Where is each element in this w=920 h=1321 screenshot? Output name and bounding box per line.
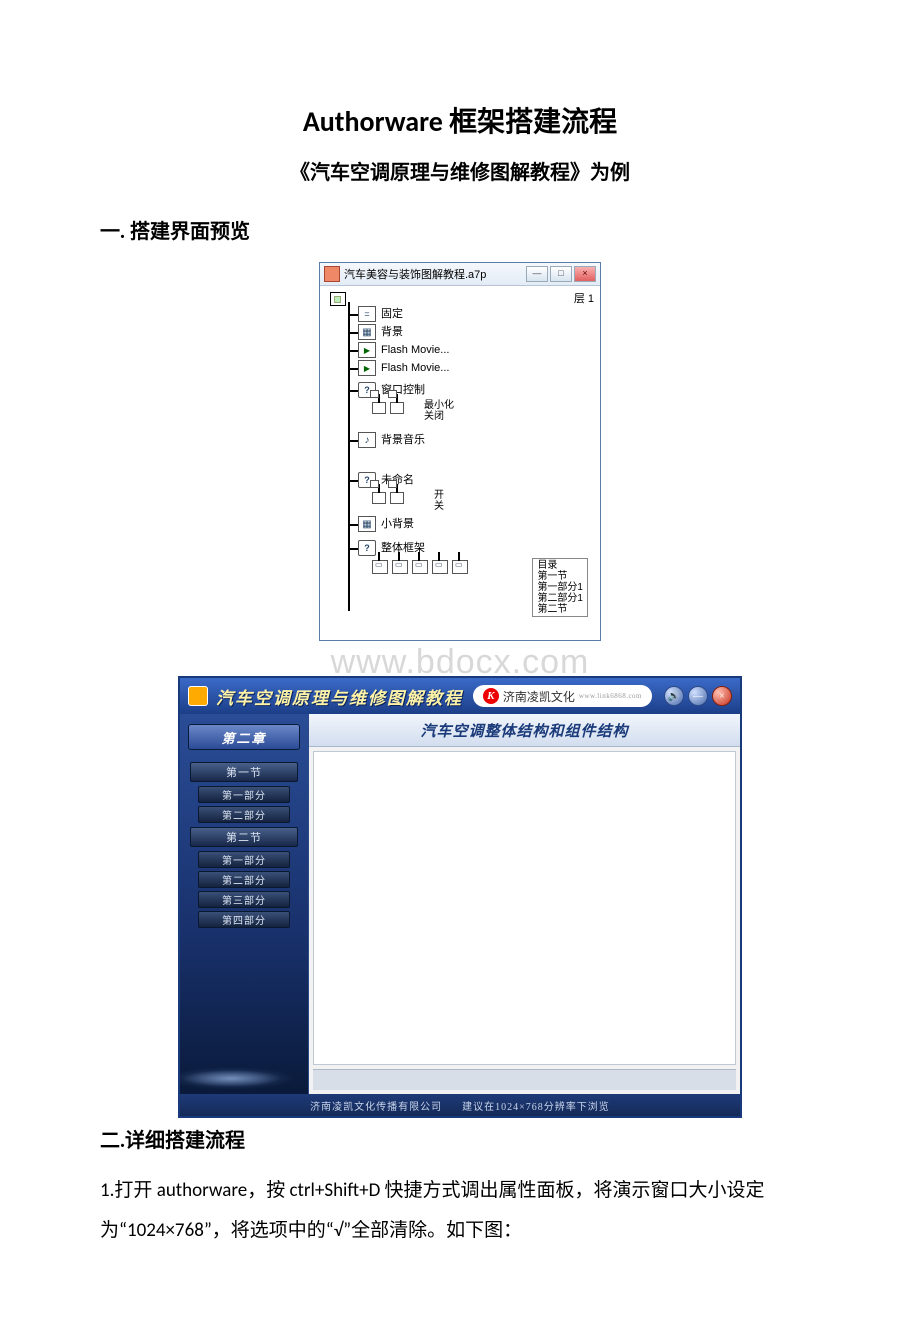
interaction-responses bbox=[372, 492, 404, 504]
sidebar-btn-part-1[interactable]: 第一部分 bbox=[198, 851, 290, 868]
content-canvas bbox=[313, 751, 736, 1065]
map-icon[interactable] bbox=[432, 560, 448, 574]
interaction-icon bbox=[358, 540, 376, 556]
calc-icon bbox=[358, 306, 376, 322]
node-label: Flash Movie... bbox=[381, 342, 449, 358]
brand-en: www.link6868.com bbox=[579, 692, 642, 700]
status-bar bbox=[313, 1069, 736, 1090]
map-icon[interactable] bbox=[412, 560, 428, 574]
display-icon bbox=[358, 516, 376, 532]
chapter-tab[interactable]: 第二章 bbox=[188, 724, 300, 750]
sidebar-btn-part-3[interactable]: 第三部分 bbox=[198, 891, 290, 908]
window-max-button[interactable]: □ bbox=[550, 266, 572, 282]
brand-cn: 济南凌凯文化 bbox=[503, 688, 575, 705]
app-title: 汽车空调原理与维修图解教程 bbox=[216, 684, 473, 709]
display-icon bbox=[358, 324, 376, 340]
sidebar-btn-part-1[interactable]: 第一部分 bbox=[198, 786, 290, 803]
map-icon[interactable] bbox=[392, 560, 408, 574]
response-icon[interactable] bbox=[372, 492, 386, 504]
footer-company: 济南凌凯文化传播有限公司 bbox=[310, 1098, 442, 1113]
interaction-responses bbox=[372, 402, 404, 414]
movie-icon bbox=[358, 360, 376, 376]
node-label: 小背景 bbox=[381, 516, 414, 532]
runtime-app-window: 汽车空调原理与维修图解教程 K 济南凌凯文化 www.link6868.com … bbox=[178, 676, 742, 1118]
movie-icon bbox=[358, 342, 376, 358]
flow-node-display[interactable]: 背景 bbox=[358, 324, 592, 342]
minimize-button[interactable]: — bbox=[688, 686, 708, 706]
brand-logo-icon: K bbox=[483, 688, 499, 704]
window-close-button[interactable]: × bbox=[574, 266, 596, 282]
section-1-heading: 一. 搭建界面预览 bbox=[100, 215, 820, 244]
sidebar-btn-part-2[interactable]: 第二部分 bbox=[198, 806, 290, 823]
map-icon[interactable] bbox=[452, 560, 468, 574]
app-icon bbox=[188, 686, 208, 706]
section-2-heading: 二.详细搭建流程 bbox=[100, 1124, 820, 1153]
interaction-responses bbox=[372, 560, 468, 574]
sound-button[interactable]: 🔊 bbox=[664, 686, 684, 706]
decorative-ripple bbox=[180, 1042, 308, 1094]
response-icon[interactable] bbox=[372, 402, 386, 414]
flow-node-interaction[interactable]: 整体框架 bbox=[358, 540, 592, 558]
window-title: 汽车美容与装饰图解教程.a7p bbox=[344, 266, 524, 282]
doc-subtitle: 《汽车空调原理与维修图解教程》为例 bbox=[100, 156, 820, 185]
node-label: 背景音乐 bbox=[381, 432, 425, 448]
node-label: Flash Movie... bbox=[381, 360, 449, 376]
sidebar: 第二章 第一节 第一部分 第二部分 第二节 第一部分 第二部分 第三部分 第四部… bbox=[180, 714, 308, 1094]
sidebar-btn-section-2[interactable]: 第二节 bbox=[190, 827, 298, 847]
flow-node-sound[interactable]: 背景音乐 bbox=[358, 432, 592, 450]
map-icon[interactable] bbox=[372, 560, 388, 574]
authorware-window: 汽车美容与装饰图解教程.a7p — □ × 层 1 固定 背景 bbox=[319, 262, 601, 641]
sidebar-btn-part-2[interactable]: 第二部分 bbox=[198, 871, 290, 888]
response-labels: 最小化 关闭 bbox=[424, 400, 454, 422]
flow-node-movie[interactable]: Flash Movie... bbox=[358, 360, 592, 378]
footer-resolution-hint: 建议在1024×768分辨率下浏览 bbox=[462, 1098, 610, 1113]
content-title: 汽车空调整体结构和组件结构 bbox=[309, 714, 740, 747]
sound-icon bbox=[358, 432, 376, 448]
sidebar-btn-part-4[interactable]: 第四部分 bbox=[198, 911, 290, 928]
app-icon bbox=[324, 266, 340, 282]
app-titlebar: 汽车空调原理与维修图解教程 K 济南凌凯文化 www.link6868.com … bbox=[180, 678, 740, 714]
window-min-button[interactable]: — bbox=[526, 266, 548, 282]
brand-badge: K 济南凌凯文化 www.link6868.com bbox=[473, 685, 652, 707]
response-labels: 开 关 bbox=[434, 490, 444, 512]
response-icon[interactable] bbox=[390, 492, 404, 504]
flow-start-flag[interactable] bbox=[330, 292, 346, 306]
app-footer: 济南凌凯文化传播有限公司 建议在1024×768分辨率下浏览 bbox=[180, 1094, 740, 1116]
flow-node-calc[interactable]: 固定 bbox=[358, 306, 592, 324]
response-list: 目录 第一节 第一部分1 第二部分1 第二节 bbox=[532, 558, 588, 617]
node-label: 固定 bbox=[381, 306, 403, 322]
response-icon[interactable] bbox=[390, 402, 404, 414]
sidebar-btn-section-1[interactable]: 第一节 bbox=[190, 762, 298, 782]
flowline bbox=[348, 302, 350, 611]
flow-node-movie[interactable]: Flash Movie... bbox=[358, 342, 592, 360]
content-area: 汽车空调整体结构和组件结构 bbox=[308, 714, 740, 1094]
flow-node-display[interactable]: 小背景 bbox=[358, 516, 592, 534]
doc-title: Authorware 框架搭建流程 bbox=[100, 100, 820, 140]
node-label: 背景 bbox=[381, 324, 403, 340]
close-button[interactable]: × bbox=[712, 686, 732, 706]
window-titlebar: 汽车美容与装饰图解教程.a7p — □ × bbox=[320, 263, 600, 286]
paragraph-1: 1.打开 authorware，按 ctrl+Shift+D 快捷方式调出属性面… bbox=[100, 1171, 820, 1251]
